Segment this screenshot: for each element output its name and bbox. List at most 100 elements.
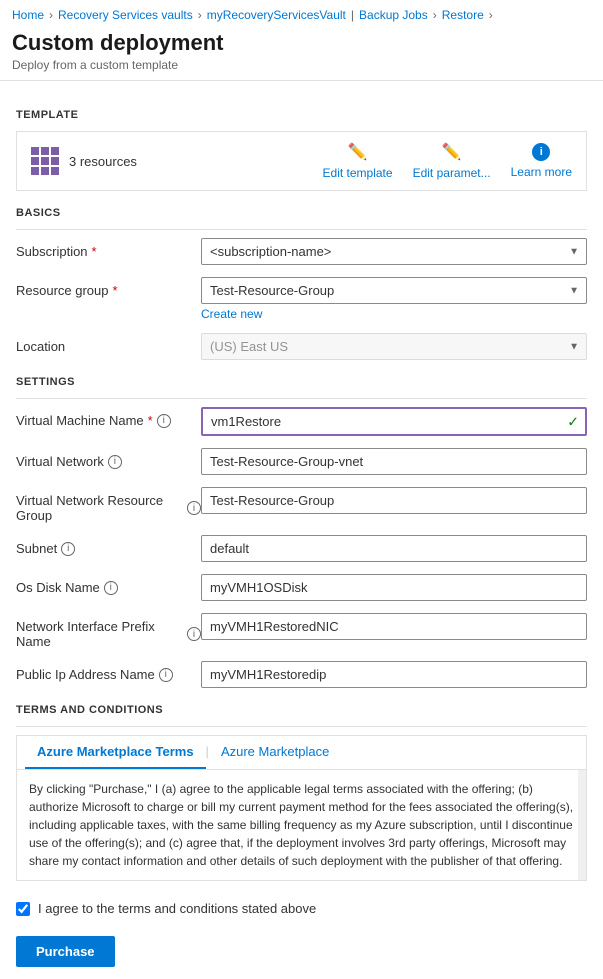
subscription-group: Subscription * <subscription-name> ▼ xyxy=(16,238,587,265)
vm-name-label: Virtual Machine Name * i xyxy=(16,407,201,428)
resource-group-select-wrapper: Test-Resource-Group ▼ xyxy=(201,277,587,304)
subscription-select-wrapper: <subscription-name> ▼ xyxy=(201,238,587,265)
breadcrumb-backup-jobs[interactable]: Backup Jobs xyxy=(359,8,428,22)
settings-section-label: SETTINGS xyxy=(16,376,587,388)
subscription-select[interactable]: <subscription-name> xyxy=(201,238,587,265)
os-disk-input[interactable] xyxy=(201,574,587,601)
settings-divider xyxy=(16,398,587,399)
terms-tabs: Azure Marketplace Terms | Azure Marketpl… xyxy=(17,736,586,770)
learn-more-label: Learn more xyxy=(511,165,572,179)
subnet-label: Subnet i xyxy=(16,535,201,556)
resource-group-control: Test-Resource-Group ▼ Create new xyxy=(201,277,587,321)
terms-tab-azure[interactable]: Azure Marketplace xyxy=(209,736,341,769)
vnet-rg-form-group: Virtual Network Resource Group i xyxy=(16,487,587,523)
edit-parameters-label: Edit paramet... xyxy=(413,166,491,180)
vm-name-check-icon: ✓ xyxy=(567,413,579,430)
create-new-link[interactable]: Create new xyxy=(201,307,587,321)
breadcrumb-sep-4: › xyxy=(433,8,437,22)
resources-count: 3 resources xyxy=(69,154,137,169)
subscription-label: Subscription * xyxy=(16,238,201,259)
breadcrumb: Home › Recovery Services vaults › myReco… xyxy=(0,0,603,26)
vnet-info-icon[interactable]: i xyxy=(108,455,122,469)
resource-group-select[interactable]: Test-Resource-Group xyxy=(201,277,587,304)
breadcrumb-sep-1: › xyxy=(49,8,53,22)
template-actions: ✏️ Edit template ✏️ Edit paramet... i Le… xyxy=(323,142,572,180)
breadcrumb-vault[interactable]: myRecoveryServicesVault xyxy=(207,8,346,22)
edit-template-label: Edit template xyxy=(323,166,393,180)
resources-grid-icon xyxy=(31,147,59,175)
terms-body: By clicking "Purchase," I (a) agree to t… xyxy=(17,770,586,880)
nic-info-icon[interactable]: i xyxy=(187,627,201,641)
terms-text: By clicking "Purchase," I (a) agree to t… xyxy=(29,780,574,870)
terms-section-label: TERMS AND CONDITIONS xyxy=(16,704,587,716)
page-subtitle: Deploy from a custom template xyxy=(12,58,591,72)
os-disk-label: Os Disk Name i xyxy=(16,574,201,595)
subscription-required: * xyxy=(92,244,97,259)
terms-divider xyxy=(16,726,587,727)
vm-name-info-icon[interactable]: i xyxy=(157,414,171,428)
subscription-control: <subscription-name> ▼ xyxy=(201,238,587,265)
template-section: 3 resources ✏️ Edit template ✏️ Edit par… xyxy=(16,131,587,191)
vnet-control xyxy=(201,448,587,475)
terms-scrollbar[interactable] xyxy=(578,770,586,880)
subnet-input[interactable] xyxy=(201,535,587,562)
location-select[interactable]: (US) East US xyxy=(201,333,587,360)
template-section-label: TEMPLATE xyxy=(16,109,587,121)
template-resources: 3 resources xyxy=(31,147,137,175)
nic-form-group: Network Interface Prefix Name i xyxy=(16,613,587,649)
vm-name-form-group: Virtual Machine Name * i ✓ xyxy=(16,407,587,436)
vm-name-control: ✓ xyxy=(201,407,587,436)
edit-parameters-button[interactable]: ✏️ Edit paramet... xyxy=(413,142,491,180)
basics-divider xyxy=(16,229,587,230)
location-select-wrapper: (US) East US ▼ xyxy=(201,333,587,360)
agree-label[interactable]: I agree to the terms and conditions stat… xyxy=(38,901,316,916)
location-form-group: Location (US) East US ▼ xyxy=(16,333,587,360)
vnet-rg-input[interactable] xyxy=(201,487,587,514)
vnet-rg-control xyxy=(201,487,587,514)
agree-checkbox[interactable] xyxy=(16,902,30,916)
edit-template-button[interactable]: ✏️ Edit template xyxy=(323,142,393,180)
terms-section: Azure Marketplace Terms | Azure Marketpl… xyxy=(16,735,587,881)
vm-name-input-wrapper: ✓ xyxy=(201,407,587,436)
breadcrumb-restore[interactable]: Restore xyxy=(442,8,484,22)
os-disk-control xyxy=(201,574,587,601)
public-ip-info-icon[interactable]: i xyxy=(159,668,173,682)
public-ip-form-group: Public Ip Address Name i xyxy=(16,661,587,688)
vnet-rg-label: Virtual Network Resource Group i xyxy=(16,487,201,523)
vnet-form-group: Virtual Network i xyxy=(16,448,587,475)
basics-section-label: BASICS xyxy=(16,207,587,219)
subnet-info-icon[interactable]: i xyxy=(61,542,75,556)
vnet-input[interactable] xyxy=(201,448,587,475)
vnet-rg-info-icon[interactable]: i xyxy=(187,501,201,515)
terms-tab-marketplace[interactable]: Azure Marketplace Terms xyxy=(25,736,206,769)
os-disk-form-group: Os Disk Name i xyxy=(16,574,587,601)
nic-input[interactable] xyxy=(201,613,587,640)
nic-control xyxy=(201,613,587,640)
nic-label: Network Interface Prefix Name i xyxy=(16,613,201,649)
breadcrumb-sep-3: | xyxy=(351,8,354,22)
vnet-label: Virtual Network i xyxy=(16,448,201,469)
page-title: Custom deployment xyxy=(12,30,591,56)
vm-name-input[interactable] xyxy=(201,407,587,436)
resource-group-label: Resource group * xyxy=(16,277,201,298)
location-control: (US) East US ▼ xyxy=(201,333,587,360)
learn-more-icon: i xyxy=(532,143,550,161)
os-disk-info-icon[interactable]: i xyxy=(104,581,118,595)
edit-parameters-icon: ✏️ xyxy=(442,142,462,162)
agree-checkbox-group: I agree to the terms and conditions stat… xyxy=(16,893,587,924)
subnet-control xyxy=(201,535,587,562)
resource-group-form-group: Resource group * Test-Resource-Group ▼ C… xyxy=(16,277,587,321)
resource-group-required: * xyxy=(113,283,118,298)
breadcrumb-home[interactable]: Home xyxy=(12,8,44,22)
subnet-form-group: Subnet i xyxy=(16,535,587,562)
breadcrumb-sep-2: › xyxy=(198,8,202,22)
public-ip-control xyxy=(201,661,587,688)
page-header: Custom deployment Deploy from a custom t… xyxy=(0,26,603,81)
breadcrumb-sep-5: › xyxy=(489,8,493,22)
location-label: Location xyxy=(16,333,201,354)
purchase-button[interactable]: Purchase xyxy=(16,936,115,967)
learn-more-button[interactable]: i Learn more xyxy=(511,143,572,179)
breadcrumb-recovery-vaults[interactable]: Recovery Services vaults xyxy=(58,8,193,22)
public-ip-input[interactable] xyxy=(201,661,587,688)
vm-name-required: * xyxy=(148,413,153,428)
